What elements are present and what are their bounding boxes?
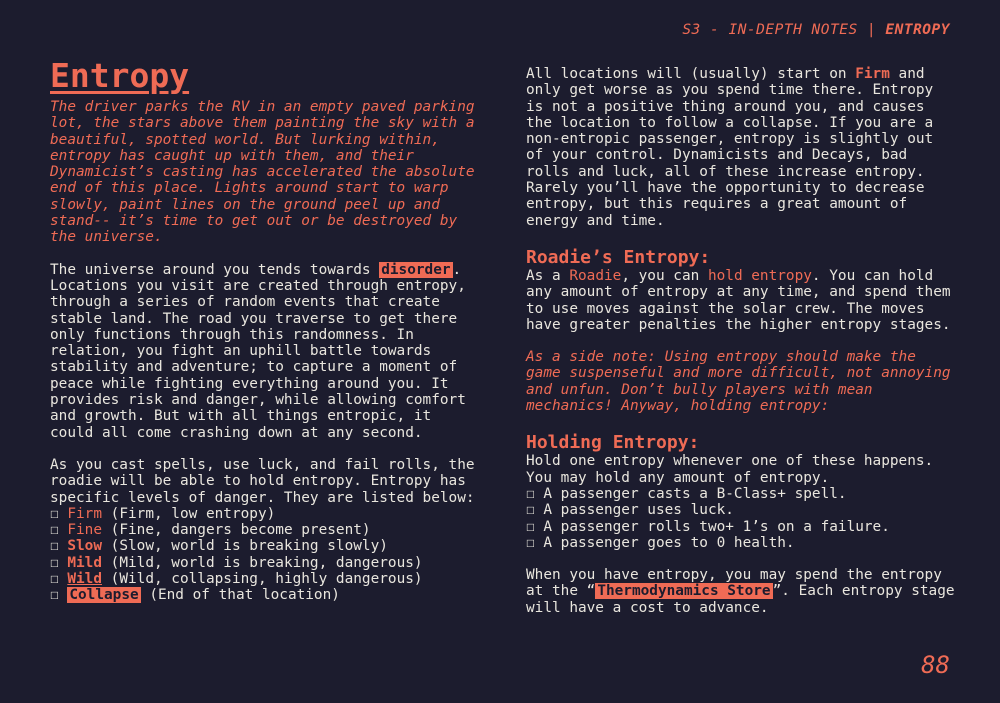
trigger-item: ☐ A passenger rolls two+ 1’s on a failur… <box>526 518 890 535</box>
level-desc: (Mild, world is breaking, dangerous) <box>102 554 423 571</box>
level-desc: (Wild, collapsing, highly dangerous) <box>102 571 423 588</box>
level-collapse: ☐ Collapse (End of that location) <box>50 587 480 604</box>
levels-intro-paragraph: As you cast spells, use luck, and fail r… <box>50 456 475 506</box>
roadie-entropy-heading: Roadie’s Entropy: <box>526 246 711 268</box>
level-name: Wild <box>67 571 102 588</box>
level-mild: ☐ Mild (Mild, world is breaking, dangero… <box>50 555 480 571</box>
checkbox-icon: ☐ <box>50 571 59 588</box>
disorder-highlight: disorder <box>379 261 453 278</box>
intro-text-rest: . Locations you visit are created throug… <box>50 261 466 441</box>
level-slow: ☐ Slow (Slow, world is breaking slowly) <box>50 538 480 554</box>
right-column: All locations will (usually) start on Fi… <box>526 66 956 616</box>
checkbox-icon: ☐ <box>50 587 59 604</box>
header-topic: ENTROPY <box>885 22 950 38</box>
entropy-levels-list: ☐ Firm (Firm, low entropy) ☐ Fine (Fine,… <box>50 506 480 604</box>
spend-paragraph: When you have entropy, you may spend the… <box>526 567 956 616</box>
level-name: Mild <box>67 554 102 571</box>
left-column: Entropy The driver parks the RV in an em… <box>50 58 480 604</box>
intro-text-start: The universe around you tends towards <box>50 261 380 278</box>
holding-entropy-heading: Holding Entropy: <box>526 432 700 454</box>
level-desc: (Slow, world is breaking slowly) <box>102 538 388 555</box>
hold-entropy-term: hold entropy <box>707 267 812 284</box>
trigger-item: ☐ A passenger casts a B-Class+ spell. <box>526 485 847 502</box>
roadie-paragraph: As a Roadie, you can hold entropy. You c… <box>526 268 956 333</box>
level-desc: (Fine, dangers become present) <box>102 522 371 539</box>
entropy-triggers-list: ☐ A passenger casts a B-Class+ spell. ☐ … <box>526 486 956 551</box>
level-name: Firm <box>67 505 102 522</box>
thermodynamics-store-highlight: Thermodynamics Store <box>595 583 773 600</box>
flavor-text: The driver parks the RV in an empty pave… <box>50 99 475 246</box>
locations-paragraph: All locations will (usually) start on Fi… <box>526 66 956 229</box>
level-firm: ☐ Firm (Firm, low entropy) <box>50 506 480 522</box>
intro-paragraph: The universe around you tends towards di… <box>50 261 480 441</box>
level-name: Slow <box>67 538 102 555</box>
trigger-item: ☐ A passenger uses luck. <box>526 502 734 519</box>
locations-text-rest: and only get worse as you spend time the… <box>526 66 934 229</box>
level-fine: ☐ Fine (Fine, dangers become present) <box>50 522 480 538</box>
roadie-text-mid: , you can <box>621 267 708 284</box>
checkbox-icon: ☐ <box>50 505 59 522</box>
level-wild: ☐ Wild (Wild, collapsing, highly dangero… <box>50 571 480 587</box>
level-name: Fine <box>67 522 102 539</box>
level-name: Collapse <box>67 587 141 604</box>
header-section: S3 - IN-DEPTH NOTES | <box>682 22 886 38</box>
locations-text-start: All locations will (usually) start on <box>526 66 856 82</box>
checkbox-icon: ☐ <box>50 538 59 555</box>
page-title: Entropy <box>50 56 190 95</box>
level-desc: (End of that location) <box>140 587 340 604</box>
level-desc: (Firm, low entropy) <box>102 505 276 522</box>
checkbox-icon: ☐ <box>50 522 59 539</box>
checkbox-icon: ☐ <box>50 554 59 571</box>
trigger-item: ☐ A passenger goes to 0 health. <box>526 534 795 551</box>
running-header: S3 - IN-DEPTH NOTES | ENTROPY <box>682 22 950 38</box>
page-number: 88 <box>921 651 950 679</box>
firm-term: Firm <box>855 66 890 82</box>
roadie-term: Roadie <box>569 267 622 284</box>
roadie-text-start: As a <box>526 267 570 284</box>
holding-paragraph: Hold one entropy whenever one of these h… <box>526 453 934 486</box>
side-note: As a side note: Using entropy should mak… <box>526 349 951 415</box>
